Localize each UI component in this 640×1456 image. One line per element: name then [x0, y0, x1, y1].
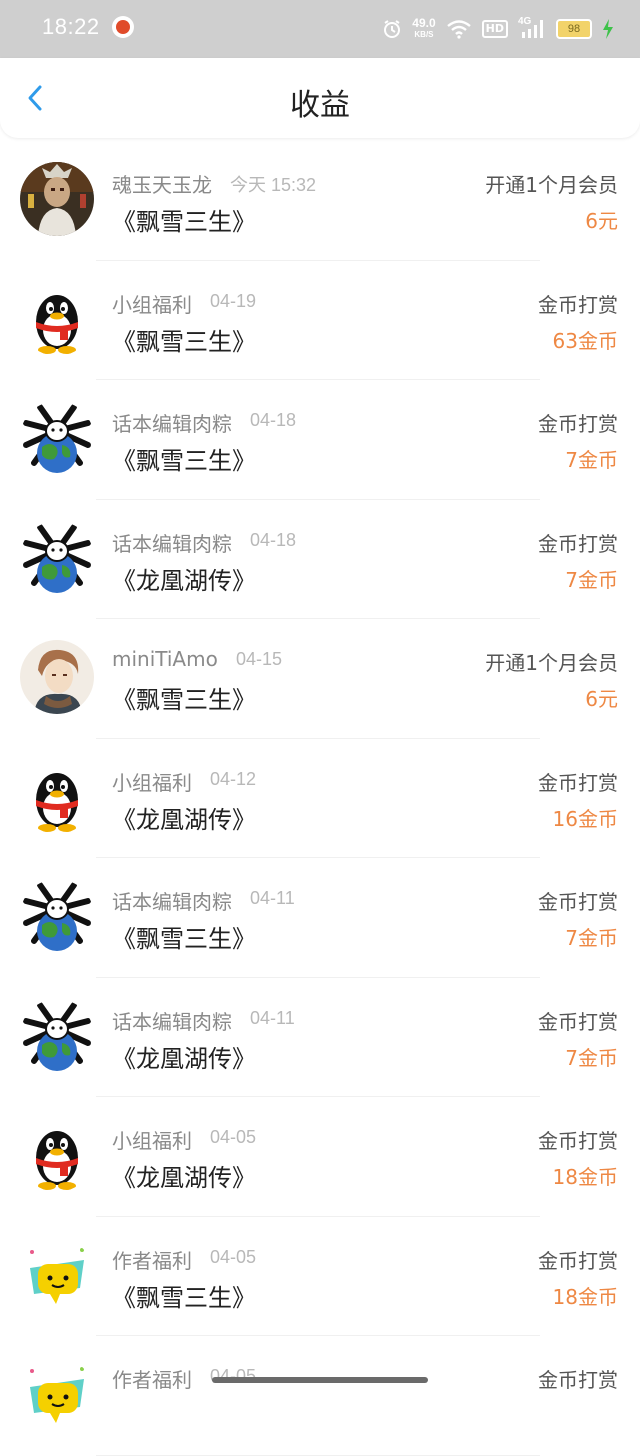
record-date: 04-05	[210, 1127, 257, 1147]
list-item[interactable]: 魂玉天玉龙 今天 15:32 《飘雪三生》 开通1个月会员 6元	[0, 141, 640, 261]
record-date: 04-11	[250, 1007, 295, 1028]
record-date: 04-19	[210, 290, 257, 311]
spider-globe-avatar[interactable]	[20, 401, 94, 475]
earning-type: 金币打赏	[538, 1009, 618, 1034]
list-item[interactable]: 作者福利 04-05 《飘雪三生》 金币打赏 18金币	[0, 1217, 640, 1336]
sender-name: 话本编辑肉粽	[112, 531, 232, 556]
earning-amount: 6元	[585, 687, 618, 711]
book-title: 《飘雪三生》	[112, 1283, 256, 1312]
list-item[interactable]: 小组福利 04-19 《飘雪三生》 金币打赏 63金币	[0, 261, 640, 380]
book-title: 《龙凰湖传》	[112, 1044, 256, 1073]
book-title: 《飘雪三生》	[112, 686, 256, 714]
status-bar: 18:22 49.0 KB/S HD 4G 98	[0, 0, 640, 58]
book-title: 《龙凰湖传》	[112, 566, 256, 595]
earning-type: 金币打赏	[538, 770, 618, 795]
page-title: 收益	[290, 88, 350, 123]
spider-globe-avatar[interactable]	[20, 520, 94, 595]
earning-type: 金币打赏	[538, 531, 618, 556]
net-speed-unit: KB/S	[414, 30, 434, 39]
chat-bubble-avatar[interactable]	[20, 1237, 94, 1312]
page-header: 收益	[0, 58, 640, 138]
battery-level: 98	[567, 23, 581, 35]
earning-type: 开通1个月会员	[485, 651, 618, 675]
charging-icon	[603, 19, 613, 39]
sender-name: 话本编辑肉粽	[112, 1009, 232, 1034]
anime-avatar[interactable]	[20, 162, 94, 236]
record-date: 今天 15:32	[230, 175, 317, 195]
sender-name: 作者福利	[112, 1248, 192, 1273]
sender-name: 小组福利	[112, 292, 192, 317]
book-title: 《龙凰湖传》	[112, 805, 256, 834]
hd-badge: HD	[481, 20, 508, 38]
status-time: 18:22	[42, 14, 100, 39]
sender-name: 小组福利	[112, 1129, 192, 1153]
earning-type: 金币打赏	[538, 890, 618, 914]
book-title: 《飘雪三生》	[112, 327, 256, 356]
sender-name: 作者福利	[112, 1368, 192, 1392]
earning-amount: 7金币	[565, 926, 618, 950]
earning-type: 开通1个月会员	[485, 173, 618, 197]
list-item[interactable]: 话本编辑肉粽 04-18 《飘雪三生》 金币打赏 7金币	[0, 380, 640, 500]
row-divider	[96, 1454, 540, 1456]
book-title: 《飘雪三生》	[112, 447, 256, 475]
earning-amount: 63金币	[552, 328, 618, 353]
list-item[interactable]: 小组福利 04-12 《龙凰湖传》 金币打赏 16金币	[0, 739, 640, 858]
spider-globe-avatar[interactable]	[20, 879, 94, 953]
list-item[interactable]: 话本编辑肉粽 04-11 《飘雪三生》 金币打赏 7金币	[0, 858, 640, 978]
earning-amount: 7金币	[565, 1045, 618, 1070]
earning-amount: 16金币	[552, 806, 618, 831]
book-title: 《飘雪三生》	[112, 208, 256, 236]
signal-bars-icon	[522, 20, 543, 38]
earning-amount: 7金币	[565, 448, 618, 472]
book-title: 《飘雪三生》	[112, 925, 256, 953]
qq-penguin-avatar[interactable]	[20, 1118, 94, 1192]
sender-name: 话本编辑肉粽	[112, 890, 232, 914]
net-speed-value: 49.0	[412, 16, 436, 30]
sender-name: 魂玉天玉龙	[112, 173, 212, 197]
earning-amount: 18金币	[552, 1284, 618, 1309]
list-item[interactable]: 话本编辑肉粽 04-11 《龙凰湖传》 金币打赏 7金币	[0, 978, 640, 1097]
signal-icon: 4G	[518, 16, 546, 40]
record-date: 04-18	[250, 410, 297, 430]
earning-type: 金币打赏	[538, 1129, 618, 1153]
earning-amount: 18金币	[552, 1165, 618, 1189]
chat-bubble-avatar[interactable]	[20, 1357, 94, 1431]
qq-penguin-avatar[interactable]	[20, 759, 94, 834]
earning-type: 金币打赏	[538, 1248, 618, 1273]
home-indicator[interactable]	[212, 1377, 428, 1383]
battery-icon: 98	[556, 19, 592, 39]
qq-penguin-avatar[interactable]	[20, 281, 94, 356]
sender-name: miniTiAmo	[112, 647, 218, 671]
earning-type: 金币打赏	[538, 292, 618, 317]
record-date: 04-18	[250, 529, 297, 550]
list-item[interactable]: 小组福利 04-05 《龙凰湖传》 金币打赏 18金币	[0, 1097, 640, 1217]
earning-type: 金币打赏	[538, 412, 618, 436]
status-icons: 49.0 KB/S HD 4G 98	[382, 14, 614, 44]
sender-name: 话本编辑肉粽	[112, 412, 232, 436]
wifi-icon	[446, 20, 471, 39]
book-title: 《龙凰湖传》	[112, 1164, 256, 1192]
list-item[interactable]: 作者福利 04-05 金币打赏	[0, 1336, 640, 1456]
net-speed: 49.0 KB/S	[412, 16, 436, 40]
record-date: 04-05	[210, 1246, 257, 1267]
record-date: 04-12	[210, 768, 257, 789]
earning-type: 金币打赏	[538, 1368, 618, 1392]
earnings-list: 魂玉天玉龙 今天 15:32 《飘雪三生》 开通1个月会员 6元 小组福利 04-19 《飘雪…	[0, 141, 640, 1456]
alarm-icon	[384, 20, 401, 38]
anime-portrait-avatar[interactable]	[20, 640, 94, 714]
notification-icon	[112, 16, 134, 38]
earning-amount: 6元	[585, 209, 618, 233]
list-item[interactable]: miniTiAmo 04-15 《飘雪三生》 开通1个月会员 6元	[0, 619, 640, 739]
spider-globe-avatar[interactable]	[20, 998, 94, 1073]
sender-name: 小组福利	[112, 770, 192, 795]
record-date: 04-15	[236, 649, 283, 669]
earning-amount: 7金币	[565, 567, 618, 592]
record-date: 04-11	[250, 888, 295, 908]
list-item[interactable]: 话本编辑肉粽 04-18 《龙凰湖传》 金币打赏 7金币	[0, 500, 640, 619]
